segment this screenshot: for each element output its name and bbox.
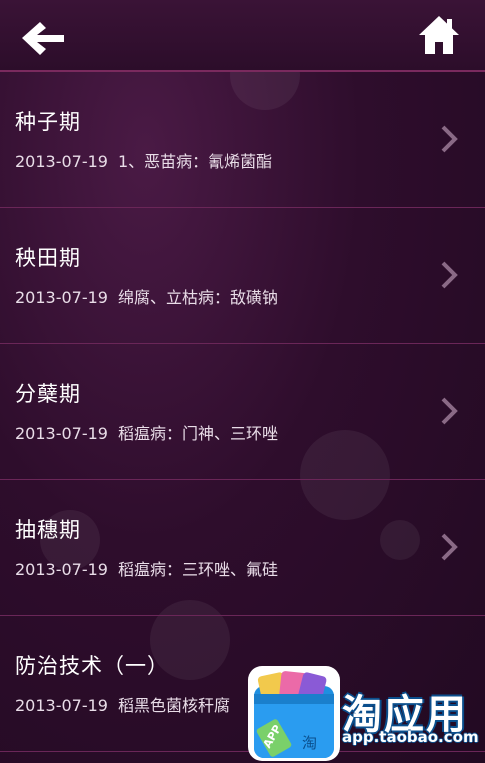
item-subtitle: 2013-07-19 绵腐、立枯病：敌磺钠	[15, 284, 278, 308]
item-title: 分蘖期	[15, 382, 81, 406]
item-subtitle: 2013-07-19 稻瘟病：三环唑、氟硅	[15, 556, 278, 580]
article-list: 种子期 2013-07-19 1、恶苗病：氰烯菌酯 秧田期 2013-07-19 绵…	[0, 72, 485, 752]
item-subtitle: 2013-07-19 稻黑色菌核秆腐	[15, 692, 230, 716]
item-summary: 稻瘟病：三环唑、氟硅	[117, 560, 278, 579]
shopping-bag-icon	[248, 666, 340, 761]
item-title: 防治技术（一）	[15, 654, 169, 678]
list-item[interactable]: 秧田期 2013-07-19 绵腐、立枯病：敌磺钠	[0, 208, 485, 344]
badge-bag-char: 淘	[302, 734, 318, 752]
chevron-right-icon	[441, 125, 458, 153]
item-summary: 稻瘟病：门神、三环唑	[117, 424, 278, 443]
item-date: 2013-07-19	[15, 560, 108, 579]
chevron-right-icon	[441, 261, 458, 289]
item-title: 秧田期	[15, 246, 81, 270]
item-date: 2013-07-19	[15, 152, 108, 171]
item-date: 2013-07-19	[15, 424, 108, 443]
top-bar	[0, 0, 485, 72]
home-button[interactable]	[417, 14, 461, 56]
chevron-right-icon	[441, 397, 458, 425]
item-summary: 稻黑色菌核秆腐	[117, 696, 230, 715]
badge-url: app.taobao.com	[342, 728, 479, 746]
item-title: 种子期	[15, 110, 81, 134]
item-date: 2013-07-19	[15, 696, 108, 715]
list-item[interactable]: 抽穗期 2013-07-19 稻瘟病：三环唑、氟硅	[0, 480, 485, 616]
item-date: 2013-07-19	[15, 288, 108, 307]
chevron-right-icon	[441, 533, 458, 561]
list-item[interactable]: 分蘖期 2013-07-19 稻瘟病：门神、三环唑	[0, 344, 485, 480]
home-icon	[419, 16, 459, 54]
item-subtitle: 2013-07-19 1、恶苗病：氰烯菌酯	[15, 148, 272, 172]
item-summary: 绵腐、立枯病：敌磺钠	[117, 288, 278, 307]
list-item[interactable]: 种子期 2013-07-19 1、恶苗病：氰烯菌酯	[0, 72, 485, 208]
item-title: 抽穗期	[15, 518, 81, 542]
item-subtitle: 2013-07-19 稻瘟病：门神、三环唑	[15, 420, 278, 444]
back-button[interactable]	[20, 18, 68, 58]
item-summary: 1、恶苗病：氰烯菌酯	[117, 152, 273, 171]
arrow-left-icon	[22, 22, 64, 55]
